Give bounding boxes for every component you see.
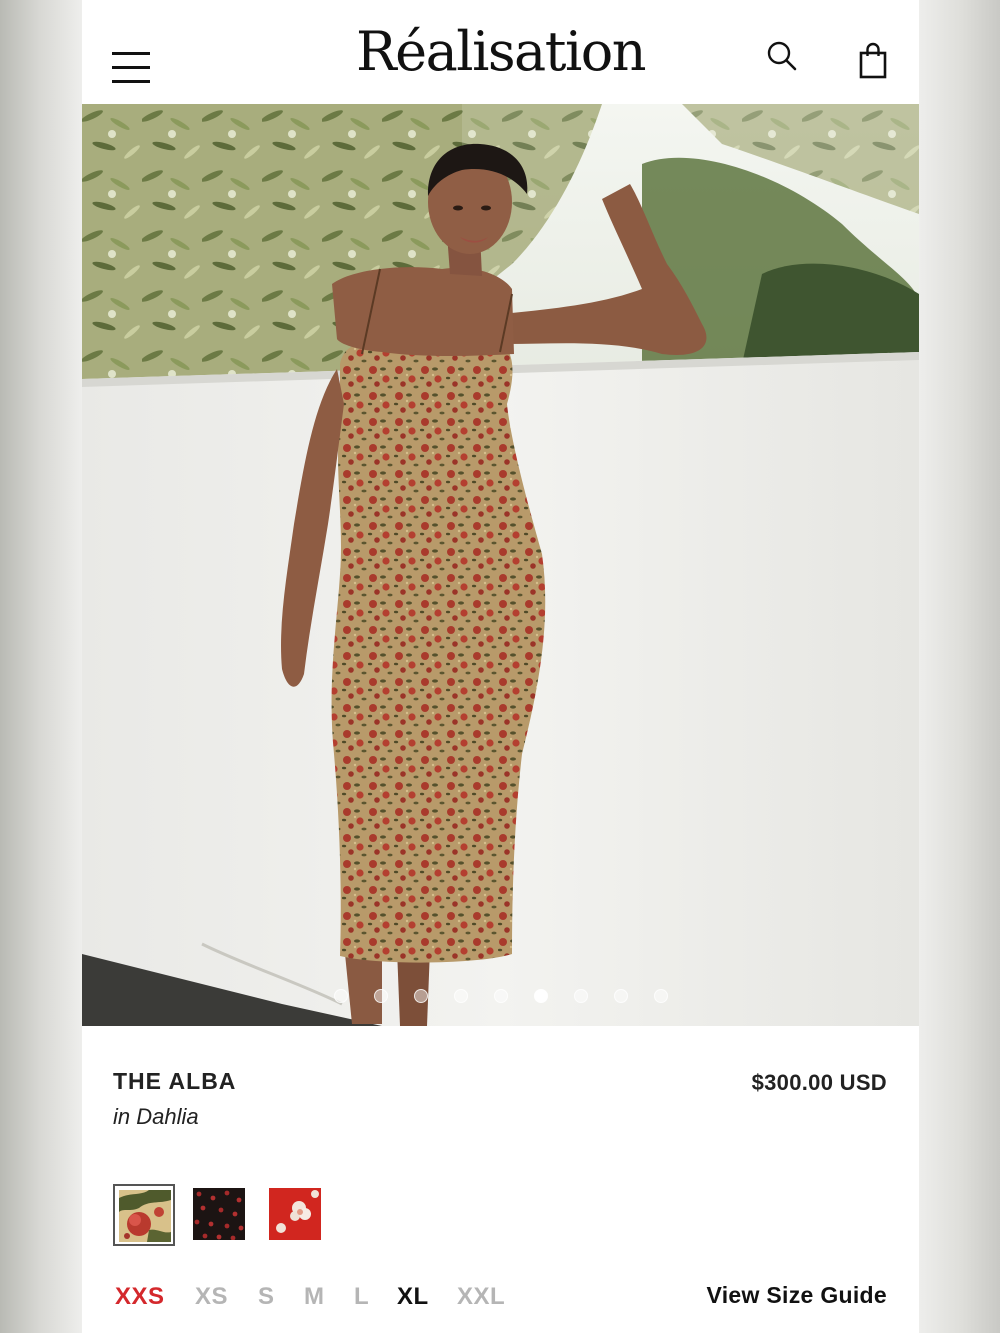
carousel-dot-active[interactable]	[533, 989, 548, 1003]
carousel-dot[interactable]	[333, 989, 348, 1003]
swatch-red-floral[interactable]	[265, 1184, 327, 1246]
view-size-guide-link[interactable]: View Size Guide	[707, 1282, 887, 1309]
size-option-xs[interactable]: XS	[195, 1283, 228, 1311]
size-option-m[interactable]: M	[304, 1283, 325, 1311]
carousel-dot[interactable]	[413, 989, 428, 1003]
size-option-xxl[interactable]: XXL	[457, 1283, 505, 1311]
carousel-dot[interactable]	[373, 989, 388, 1003]
product-page: Réalisation THE ALBA in Dahlia $300.00 U…	[82, 0, 919, 1333]
product-photo	[82, 104, 919, 1026]
carousel-pagination	[82, 989, 919, 1009]
swatch-dahlia[interactable]	[113, 1184, 175, 1246]
product-price: $300.00 USD	[751, 1070, 887, 1095]
swatch-black-floral[interactable]	[189, 1184, 251, 1246]
size-option-l[interactable]: L	[354, 1283, 369, 1311]
size-option-xl[interactable]: XL	[397, 1283, 429, 1311]
carousel-dot[interactable]	[453, 989, 468, 1003]
product-title: THE ALBA	[113, 1068, 237, 1094]
carousel-dot[interactable]	[493, 989, 508, 1003]
product-variant: in Dahlia	[113, 1104, 199, 1129]
carousel-dot[interactable]	[573, 989, 588, 1003]
size-option-s[interactable]: S	[258, 1283, 275, 1311]
site-header: Réalisation	[82, 0, 919, 104]
product-image-carousel[interactable]	[82, 104, 919, 1026]
search-icon[interactable]	[765, 40, 799, 74]
carousel-dot[interactable]	[613, 989, 628, 1003]
size-option-xxs[interactable]: XXS	[115, 1283, 165, 1311]
carousel-dot[interactable]	[653, 989, 668, 1003]
shopping-bag-icon[interactable]	[856, 42, 892, 82]
